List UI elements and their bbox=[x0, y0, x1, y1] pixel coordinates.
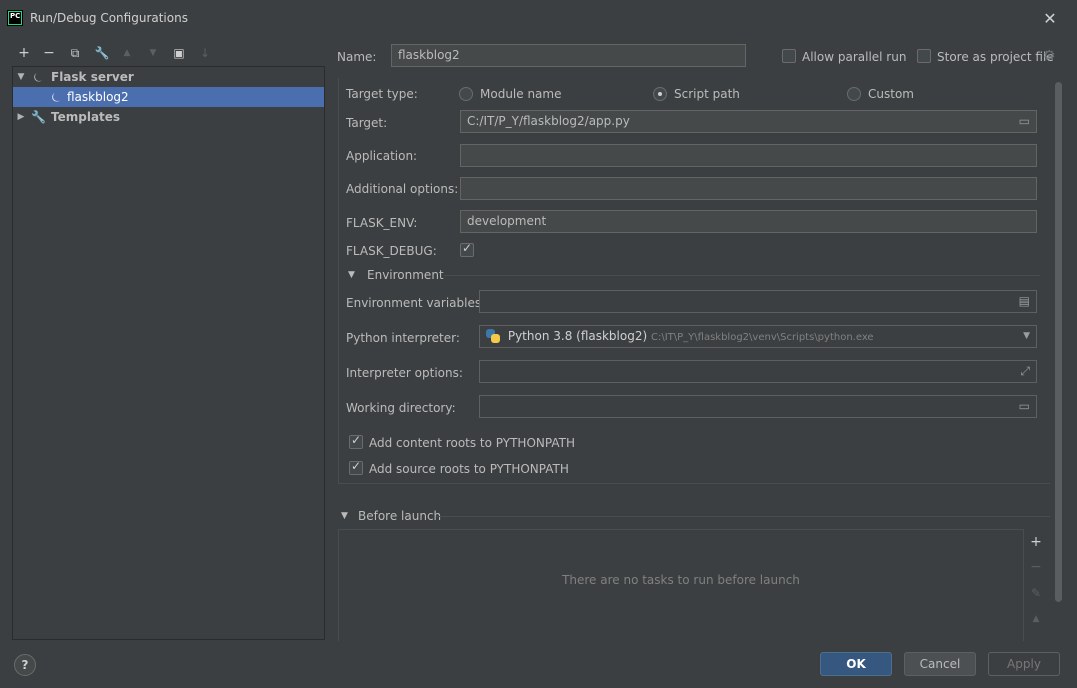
env-vars-label: Environment variables: bbox=[346, 296, 486, 310]
move-up-icon[interactable]: ▲ bbox=[118, 44, 136, 62]
env-vars-field[interactable]: ▤ bbox=[479, 290, 1037, 313]
expand-arrow-icon[interactable]: ▼ bbox=[15, 67, 27, 87]
edit-task-pencil-icon[interactable]: ✎ bbox=[1027, 584, 1045, 602]
gear-icon[interactable]: ⚙ bbox=[1043, 48, 1056, 64]
ok-button[interactable]: OK bbox=[820, 652, 892, 676]
flask-debug-checkbox[interactable] bbox=[460, 241, 474, 257]
move-task-up-icon[interactable]: ▲ bbox=[1027, 610, 1045, 628]
tree-item-templates[interactable]: ▶ 🔧 Templates bbox=[13, 107, 324, 127]
python-icon bbox=[486, 329, 500, 343]
pycharm-logo-icon: PC bbox=[7, 10, 23, 26]
before-launch-empty-message: There are no tasks to run before launch bbox=[562, 573, 800, 587]
allow-parallel-label: Allow parallel run bbox=[802, 50, 907, 64]
additional-options-field[interactable] bbox=[460, 177, 1037, 200]
tree-item-flask-server[interactable]: ▼ ⏾ Flask server bbox=[13, 67, 324, 87]
tree-item-flaskblog2[interactable]: ⏾ flaskblog2 bbox=[13, 87, 324, 107]
interpreter-options-label: Interpreter options: bbox=[346, 366, 463, 380]
add-task-icon[interactable]: + bbox=[1027, 533, 1045, 551]
script-path-radio[interactable] bbox=[653, 87, 667, 101]
application-field[interactable] bbox=[460, 144, 1037, 167]
name-label: Name: bbox=[337, 50, 377, 64]
close-button[interactable]: ✕ bbox=[1040, 9, 1060, 29]
environment-collapse-icon[interactable]: ▼ bbox=[348, 270, 355, 280]
flask-debug-label: FLASK_DEBUG: bbox=[346, 244, 437, 258]
cancel-button[interactable]: Cancel bbox=[904, 652, 976, 676]
before-launch-title[interactable]: Before launch bbox=[358, 509, 441, 523]
flask-env-field[interactable]: development bbox=[460, 210, 1037, 233]
store-project-file-checkbox[interactable] bbox=[917, 49, 931, 63]
module-name-label: Module name bbox=[480, 87, 562, 101]
environment-separator bbox=[444, 275, 1040, 276]
interpreter-path: C:\IT\P_Y\flaskblog2\venv\Scripts\python… bbox=[651, 332, 874, 343]
target-type-label: Target type: bbox=[346, 87, 418, 101]
sort-icon[interactable]: ↓ bbox=[196, 44, 214, 62]
add-configuration-icon[interactable]: + bbox=[15, 44, 33, 62]
custom-radio[interactable] bbox=[847, 87, 861, 101]
edit-env-vars-icon[interactable]: ▤ bbox=[1019, 291, 1030, 312]
flask-env-label: FLASK_ENV: bbox=[346, 216, 418, 230]
move-down-icon[interactable]: ▼ bbox=[144, 44, 162, 62]
remove-task-icon[interactable]: − bbox=[1027, 558, 1045, 576]
window-title: Run/Debug Configurations bbox=[30, 11, 188, 25]
flask-icon: ⏾ bbox=[51, 90, 61, 104]
source-roots-label: Add source roots to PYTHONPATH bbox=[369, 462, 569, 476]
target-field[interactable]: C:/IT/P_Y/flaskblog2/app.py ▭ bbox=[460, 110, 1037, 133]
interpreter-options-field[interactable]: ⤢ bbox=[479, 360, 1037, 383]
edit-defaults-wrench-icon[interactable]: 🔧 bbox=[93, 44, 111, 62]
tree-item-label: Templates bbox=[51, 110, 121, 124]
dropdown-arrow-icon[interactable]: ▼ bbox=[1023, 326, 1030, 347]
apply-button[interactable]: Apply bbox=[988, 652, 1060, 676]
allow-parallel-checkbox[interactable] bbox=[782, 49, 796, 63]
before-launch-collapse-icon[interactable]: ▼ bbox=[341, 511, 348, 521]
python-interpreter-label: Python interpreter: bbox=[346, 331, 460, 345]
configuration-panel bbox=[338, 78, 1050, 484]
environment-section-title[interactable]: Environment bbox=[367, 268, 444, 282]
custom-label: Custom bbox=[868, 87, 914, 101]
python-interpreter-select[interactable]: Python 3.8 (flaskblog2) C:\IT\P_Y\flaskb… bbox=[479, 325, 1037, 348]
flask-icon: ⏾ bbox=[33, 70, 43, 84]
collapse-arrow-icon[interactable]: ▶ bbox=[15, 107, 27, 127]
module-name-radio[interactable] bbox=[459, 87, 473, 101]
interpreter-name: Python 3.8 (flaskblog2) bbox=[507, 329, 648, 343]
working-directory-label: Working directory: bbox=[346, 401, 456, 415]
copy-configuration-icon[interactable]: ⧉ bbox=[66, 44, 84, 62]
expand-icon[interactable]: ⤢ bbox=[1020, 361, 1030, 382]
configuration-tree: ▼ ⏾ Flask server ⏾ flaskblog2 ▶ 🔧 Templa… bbox=[12, 66, 325, 640]
tree-item-label: Flask server bbox=[51, 70, 134, 84]
application-label: Application: bbox=[346, 149, 418, 163]
store-project-file-label: Store as project file bbox=[937, 50, 1054, 64]
scrollbar-thumb[interactable] bbox=[1055, 82, 1062, 602]
folder-icon[interactable]: ▭ bbox=[1019, 111, 1030, 132]
working-directory-field[interactable]: ▭ bbox=[479, 395, 1037, 418]
before-launch-separator bbox=[436, 516, 1050, 517]
script-path-label: Script path bbox=[674, 87, 740, 101]
source-roots-checkbox[interactable] bbox=[349, 459, 363, 475]
remove-configuration-icon[interactable]: − bbox=[40, 44, 58, 62]
folder-icon[interactable]: ▣ bbox=[170, 44, 188, 62]
tree-item-label: flaskblog2 bbox=[67, 90, 129, 104]
target-value: C:/IT/P_Y/flaskblog2/app.py bbox=[467, 114, 630, 128]
content-roots-checkbox[interactable] bbox=[349, 433, 363, 449]
help-button[interactable]: ? bbox=[14, 654, 36, 676]
target-label: Target: bbox=[346, 116, 388, 130]
folder-icon[interactable]: ▭ bbox=[1019, 396, 1030, 417]
name-field[interactable]: flaskblog2 bbox=[391, 44, 746, 67]
content-roots-label: Add content roots to PYTHONPATH bbox=[369, 436, 575, 450]
wrench-icon: 🔧 bbox=[31, 110, 46, 124]
additional-options-label: Additional options: bbox=[346, 182, 459, 196]
